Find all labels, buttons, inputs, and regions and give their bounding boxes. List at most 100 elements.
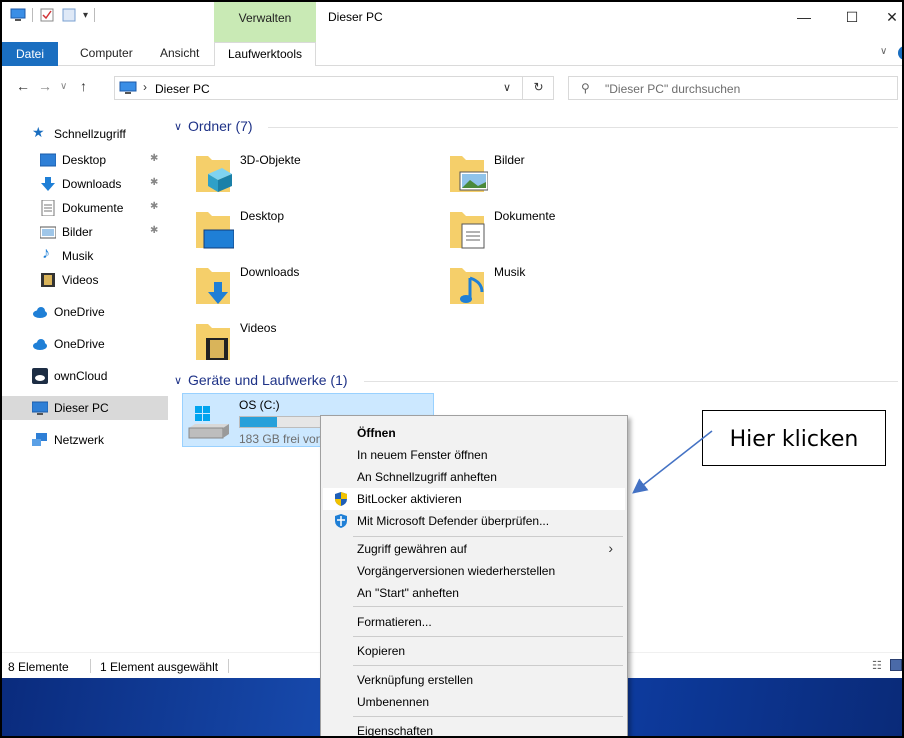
forward-icon[interactable]: → [38, 78, 52, 94]
tab-laufwerktools[interactable]: Laufwerktools [214, 42, 316, 66]
computer-icon[interactable] [10, 8, 26, 22]
sidebar-item-owncloud[interactable]: ownCloud [2, 364, 168, 388]
cloud-icon [33, 339, 47, 350]
menu-separator [353, 536, 623, 537]
tab-computer[interactable]: Computer [80, 46, 133, 60]
collapse-folders-icon[interactable]: ∨ [174, 120, 182, 133]
menu-item-schnellzugriff-anheften[interactable]: An Schnellzugriff anheften [323, 466, 625, 488]
menu-item-oeffnen[interactable]: Öffnen [323, 422, 625, 444]
music-icon: ♪ [42, 245, 50, 262]
sidebar-item-dieser-pc[interactable]: Dieser PC [2, 396, 168, 420]
shield-icon [335, 492, 347, 506]
sidebar-item-videos[interactable]: Videos [2, 268, 168, 292]
menu-item-label: In neuem Fenster öffnen [357, 448, 488, 462]
minimize-button[interactable]: — [790, 6, 818, 28]
folder-documents-icon [450, 212, 485, 249]
pin-icon[interactable]: ✱ [150, 153, 158, 164]
folder-3d-objekte[interactable]: 3D-Objekte [194, 150, 434, 200]
back-icon[interactable]: ← [16, 78, 30, 94]
folder-name: Bilder [494, 153, 525, 167]
recent-locations-icon[interactable]: ∨ [60, 81, 67, 92]
refresh-icon: ↻ [533, 80, 544, 94]
menu-item-formatieren[interactable]: Formatieren... [323, 611, 625, 633]
annotation-callout: Hier klicken [702, 410, 886, 466]
menu-item-neues-fenster[interactable]: In neuem Fenster öffnen [323, 444, 625, 466]
sidebar-item-netzwerk[interactable]: Netzwerk [2, 428, 168, 452]
pin-icon[interactable]: ✱ [150, 225, 158, 236]
menu-item-verknuepfung[interactable]: Verknüpfung erstellen [323, 669, 625, 691]
folder-downloads[interactable]: Downloads [194, 262, 434, 312]
menu-item-defender[interactable]: Mit Microsoft Defender überprüfen... [323, 510, 625, 532]
menu-item-kopieren[interactable]: Kopieren [323, 640, 625, 662]
folder-dokumente[interactable]: Dokumente [448, 206, 688, 256]
tab-datei[interactable]: Datei [2, 42, 58, 66]
sidebar-item-onedrive[interactable]: OneDrive [2, 332, 168, 356]
sidebar-item-bilder[interactable]: Bilder ✱ [2, 220, 168, 244]
pin-icon[interactable]: ✱ [150, 201, 158, 212]
large-icons-view-icon[interactable] [890, 659, 902, 671]
address-bar[interactable]: › Dieser PC ∨ [114, 76, 554, 100]
search-icon: ⚲ [581, 81, 590, 95]
folder-bilder[interactable]: Bilder [448, 150, 688, 200]
menu-item-start-anheften[interactable]: An "Start" anheften [323, 582, 625, 604]
sidebar-item-downloads[interactable]: Downloads ✱ [2, 172, 168, 196]
divider [364, 381, 898, 382]
qat-divider [94, 8, 96, 22]
help-icon[interactable] [898, 46, 902, 60]
menu-item-label: Vorgängerversionen wiederherstellen [357, 564, 556, 578]
tab-ansicht[interactable]: Ansicht [160, 46, 199, 60]
ribbon-tabs: Datei Computer Ansicht Laufwerktools ∨ [2, 42, 902, 66]
breadcrumb[interactable]: Dieser PC [155, 82, 210, 96]
up-icon[interactable]: ↑ [80, 78, 87, 94]
sidebar-item-dokumente[interactable]: Dokumente ✱ [2, 196, 168, 220]
title-bar: ▾ Verwalten Dieser PC — ☐ ✕ [2, 2, 902, 42]
details-view-icon[interactable]: ☷ [872, 659, 882, 672]
ribbon-expand-icon[interactable]: ∨ [880, 46, 887, 57]
search-input[interactable]: ⚲ "Dieser PC" durchsuchen [568, 76, 898, 100]
sidebar-item-label: Desktop [62, 153, 107, 167]
network-icon [32, 433, 47, 446]
menu-separator [353, 606, 623, 607]
chevron-down-icon[interactable]: ∨ [503, 81, 511, 94]
menu-item-label: Verknüpfung erstellen [357, 673, 474, 687]
collapse-drives-icon[interactable]: ∨ [174, 374, 182, 387]
sidebar-item-onedrive[interactable]: OneDrive [2, 300, 168, 324]
folder-3d-icon [196, 156, 232, 192]
pin-icon[interactable]: ✱ [150, 177, 158, 188]
divider [90, 659, 91, 673]
selection-count: 1 Element ausgewählt [100, 660, 219, 674]
defender-icon [335, 514, 347, 528]
drives-group-header[interactable]: Geräte und Laufwerke (1) [188, 372, 348, 388]
sidebar-item-label: Netzwerk [54, 433, 105, 447]
menu-item-zugriff-gewaehren[interactable]: Zugriff gewähren auf › [323, 538, 625, 560]
close-button[interactable]: ✕ [878, 6, 902, 28]
menu-item-umbenennen[interactable]: Umbenennen [323, 691, 625, 713]
menu-item-bitlocker[interactable]: BitLocker aktivieren [323, 488, 625, 510]
new-folder-icon[interactable] [61, 8, 77, 22]
folders-group-header[interactable]: Ordner (7) [188, 118, 253, 134]
desktop-icon [40, 153, 56, 167]
sidebar-item-musik[interactable]: ♪ Musik [2, 244, 168, 268]
maximize-button[interactable]: ☐ [838, 6, 866, 28]
menu-item-label: An Schnellzugriff anheften [357, 470, 497, 484]
folder-musik[interactable]: Musik [448, 262, 688, 312]
sidebar-item-schnellzugriff[interactable]: ★ Schnellzugriff [2, 122, 168, 146]
menu-item-label: Formatieren... [357, 615, 432, 629]
explorer-window: ▾ Verwalten Dieser PC — ☐ ✕ Datei Comput… [0, 0, 904, 738]
sidebar-item-desktop[interactable]: Desktop ✱ [2, 148, 168, 172]
menu-item-vorgaengerversionen[interactable]: Vorgängerversionen wiederherstellen [323, 560, 625, 582]
folder-downloads-icon [196, 268, 230, 304]
sidebar-item-label: Downloads [62, 177, 122, 191]
computer-icon [32, 401, 48, 415]
picture-icon [40, 226, 56, 239]
menu-item-eigenschaften[interactable]: Eigenschaften [323, 720, 625, 736]
menu-item-label: Mit Microsoft Defender überprüfen... [357, 514, 550, 528]
folder-desktop[interactable]: Desktop [194, 206, 434, 256]
breadcrumb-separator: › [143, 80, 147, 94]
menu-item-label: Öffnen [357, 426, 396, 440]
qat-dropdown-icon[interactable]: ▾ [83, 10, 88, 21]
refresh-button[interactable]: ↻ [522, 76, 554, 100]
properties-icon[interactable] [39, 8, 55, 22]
folder-name: Dokumente [494, 209, 556, 223]
folder-videos[interactable]: Videos [194, 318, 434, 368]
